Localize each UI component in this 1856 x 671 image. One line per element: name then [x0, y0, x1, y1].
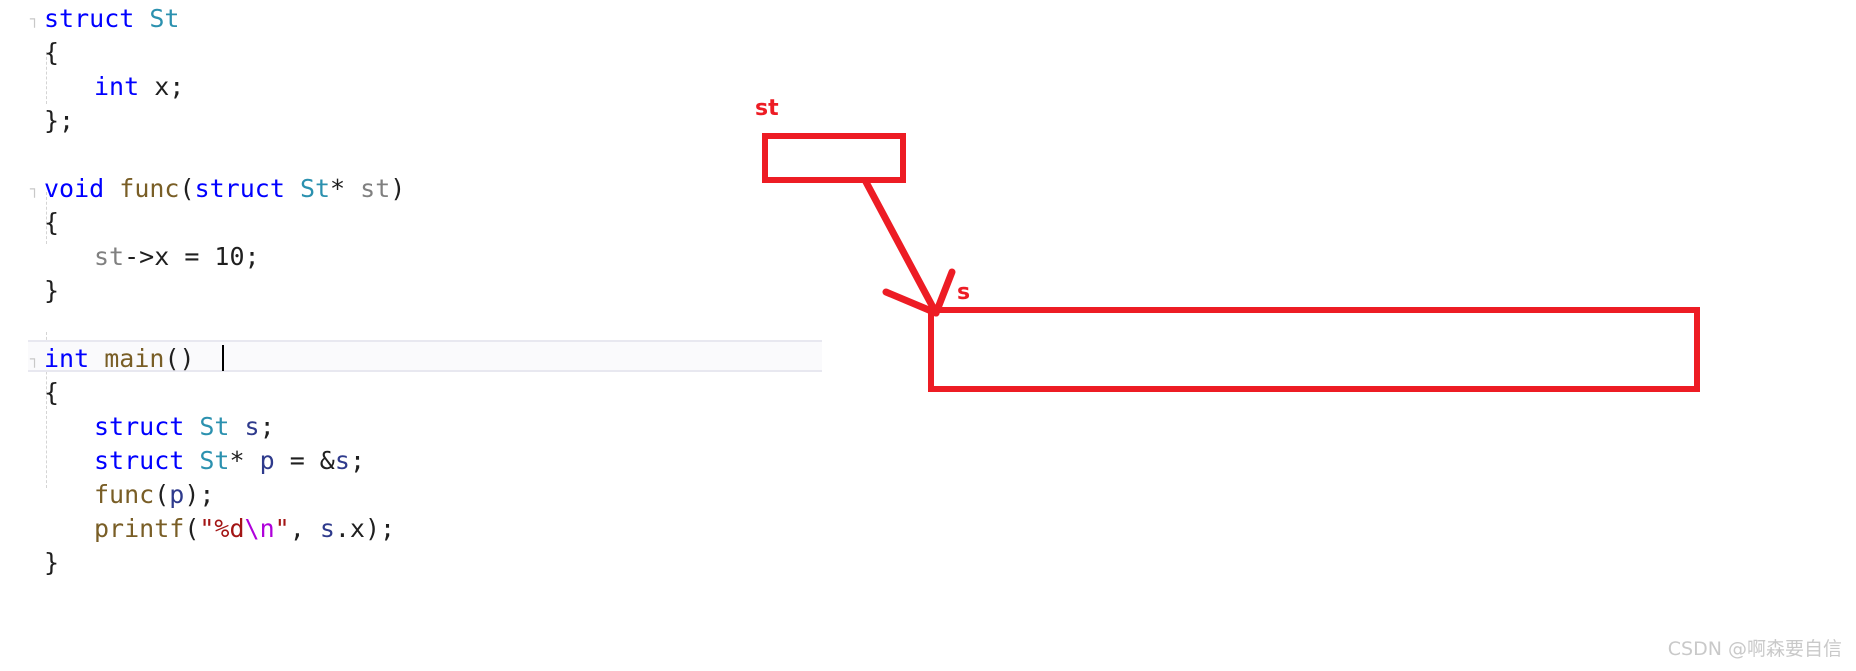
code-line-text: }: [44, 546, 59, 580]
code-token: void: [44, 174, 105, 203]
code-line-text: }: [44, 274, 59, 308]
code-line[interactable]: st->x = 10;: [0, 240, 860, 274]
code-token: st: [94, 242, 125, 271]
code-token: (): [164, 344, 210, 373]
code-line[interactable]: {: [0, 36, 860, 70]
code-token: (: [184, 514, 200, 543]
code-token: p: [169, 480, 185, 509]
code-editor[interactable]: ┐ struct St{int x;}; ┐ void func(struct St*…: [0, 0, 860, 671]
code-line[interactable]: struct St* p = &s;: [0, 444, 860, 478]
code-line[interactable]: {: [0, 376, 860, 410]
code-line[interactable]: [0, 138, 860, 172]
code-token: struct: [94, 446, 185, 475]
code-line[interactable]: }: [0, 274, 860, 308]
code-token: St: [199, 412, 230, 441]
code-line-text: st->x = 10;: [44, 240, 260, 274]
screenshot-root: ┐ struct St{int x;}; ┐ void func(struct St*…: [0, 0, 1856, 671]
code-token: *: [330, 174, 361, 203]
code-token: ): [390, 174, 406, 203]
fold-marker-icon[interactable]: ┐: [30, 172, 44, 206]
code-line-text: struct St: [44, 2, 179, 36]
code-line-text: printf("%d\n", s.x);: [44, 512, 395, 546]
code-token: St: [149, 4, 180, 33]
code-token: }: [44, 276, 60, 305]
code-token: }: [44, 548, 60, 577]
code-line[interactable]: struct St s;: [0, 410, 860, 444]
code-token: ;: [349, 446, 365, 475]
fold-marker-icon[interactable]: ┐: [30, 342, 44, 376]
code-token: func: [119, 174, 180, 203]
code-token: {: [44, 208, 60, 237]
code-token: {: [44, 38, 60, 67]
code-token: ": [274, 514, 290, 543]
code-token: (: [179, 174, 195, 203]
code-token: s: [244, 412, 260, 441]
code-token: p: [259, 446, 275, 475]
annotation-box-s: [928, 307, 1700, 392]
code-line[interactable]: [0, 308, 860, 342]
code-token: \n: [244, 514, 275, 543]
code-line-text: };: [44, 104, 74, 138]
code-token: printf: [94, 514, 185, 543]
code-line-text: {: [44, 206, 59, 240]
code-line-text: struct St s;: [44, 410, 275, 444]
code-line[interactable]: func(p);: [0, 478, 860, 512]
csdn-watermark: CSDN @啊森要自信: [1667, 638, 1842, 660]
code-token: x;: [139, 72, 185, 101]
code-token: };: [44, 106, 75, 135]
code-token: "%d: [199, 514, 245, 543]
code-token: St: [199, 446, 230, 475]
code-token: *: [229, 446, 260, 475]
annotation-label-s: s: [957, 280, 971, 305]
code-token: (: [154, 480, 170, 509]
code-token: main: [104, 344, 165, 373]
code-token: s: [319, 514, 335, 543]
code-token: = &: [274, 446, 335, 475]
code-token: struct: [194, 174, 285, 203]
code-line-text: {: [44, 376, 59, 410]
code-line[interactable]: ┐ void func(struct St* st): [0, 172, 860, 206]
code-line[interactable]: int x;: [0, 70, 860, 104]
code-line[interactable]: ┐ struct St: [0, 2, 860, 36]
code-line[interactable]: ┐ int main(): [0, 342, 860, 376]
code-token: int: [94, 72, 140, 101]
code-line-text: int main(): [44, 342, 210, 376]
code-line-text: {: [44, 36, 59, 70]
code-line-text: int x;: [44, 70, 184, 104]
code-line[interactable]: };: [0, 104, 860, 138]
code-line[interactable]: {: [0, 206, 860, 240]
code-token: ->x = 10;: [124, 242, 260, 271]
code-token: func: [94, 480, 155, 509]
code-token: s: [334, 446, 350, 475]
code-token: int: [44, 344, 90, 373]
code-token: {: [44, 378, 60, 407]
code-token: st: [360, 174, 391, 203]
code-token: struct: [44, 4, 135, 33]
code-line-text: func(p);: [44, 478, 214, 512]
fold-marker-icon[interactable]: ┐: [30, 2, 44, 36]
code-token: struct: [94, 412, 185, 441]
code-token: ,: [289, 514, 320, 543]
code-line[interactable]: }: [0, 546, 860, 580]
code-token: ;: [259, 412, 275, 441]
code-line-text: void func(struct St* st): [44, 172, 405, 206]
code-token: );: [184, 480, 215, 509]
code-line[interactable]: printf("%d\n", s.x);: [0, 512, 860, 546]
code-line-text: struct St* p = &s;: [44, 444, 365, 478]
code-token: St: [299, 174, 331, 203]
code-token: .x);: [334, 514, 396, 543]
